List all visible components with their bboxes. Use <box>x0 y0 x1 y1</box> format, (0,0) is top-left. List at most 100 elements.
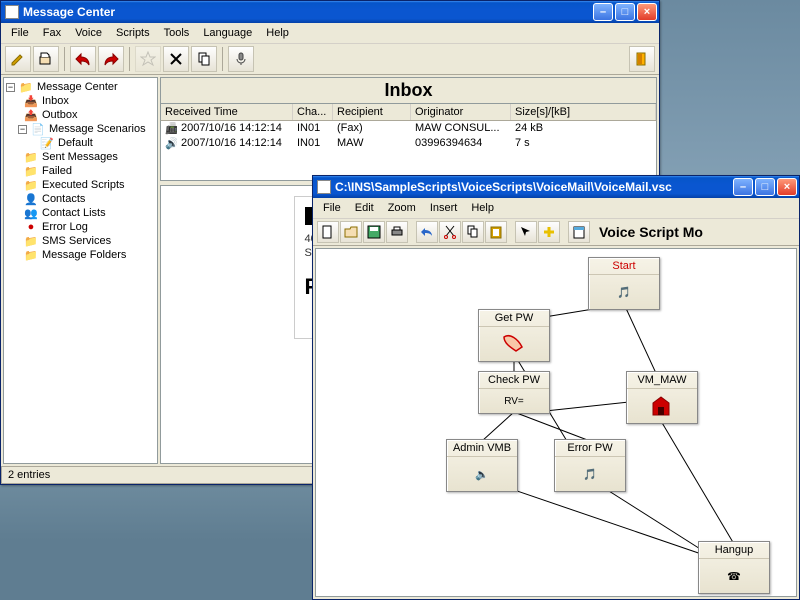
mc-titlebar[interactable]: Message Center – □ × <box>1 1 659 23</box>
tool-paste[interactable] <box>485 221 507 243</box>
tool-add-node[interactable] <box>538 221 560 243</box>
col-size[interactable]: Size[s]/[kB] <box>511 104 656 120</box>
node-get-pw[interactable]: Get PW <box>478 309 550 362</box>
collapse-icon[interactable]: − <box>18 125 27 134</box>
tree-error-log[interactable]: ●Error Log <box>6 220 155 234</box>
tool-copy[interactable] <box>462 221 484 243</box>
tool-reply[interactable] <box>70 46 96 72</box>
node-check-pw[interactable]: Check PW RV= <box>478 371 550 414</box>
maximize-button[interactable]: □ <box>615 3 635 21</box>
app-icon <box>5 5 19 19</box>
collapse-icon[interactable]: − <box>6 83 15 92</box>
list-header: Received Time Cha... Recipient Originato… <box>160 103 657 121</box>
close-button[interactable]: × <box>777 178 797 196</box>
menu-scripts[interactable]: Scripts <box>110 25 156 41</box>
pencil-icon <box>10 51 26 67</box>
fax-send-icon <box>38 51 54 67</box>
mc-title: Message Center <box>23 5 593 19</box>
tool-new-message[interactable] <box>5 46 31 72</box>
tool-open[interactable] <box>340 221 362 243</box>
tree-contact-lists[interactable]: 👥Contact Lists <box>6 206 155 220</box>
tool-cut[interactable] <box>439 221 461 243</box>
sms-icon: 📁 <box>24 235 38 247</box>
tree-root[interactable]: − 📁 Message Center <box>6 80 155 94</box>
tool-microphone[interactable] <box>228 46 254 72</box>
node-hangup[interactable]: Hangup ☎ <box>698 541 770 594</box>
tree-default[interactable]: 📝Default <box>6 136 155 150</box>
script-canvas[interactable]: Start 🎵 Get PW Check PW RV= Admin VMB 🔈 … <box>315 248 797 597</box>
tool-copy[interactable] <box>191 46 217 72</box>
menu-insert[interactable]: Insert <box>424 200 464 216</box>
menu-edit[interactable]: Edit <box>349 200 380 216</box>
tree-message-folders[interactable]: 📁Message Folders <box>6 248 155 262</box>
mic-icon <box>233 51 249 67</box>
col-originator[interactable]: Originator <box>411 104 511 120</box>
tree-inbox[interactable]: 📥Inbox <box>6 94 155 108</box>
node-error-pw[interactable]: Error PW 🎵 <box>554 439 626 492</box>
status-text: 2 entries <box>8 469 50 481</box>
menu-help[interactable]: Help <box>260 25 295 41</box>
tree-contacts[interactable]: 👤Contacts <box>6 192 155 206</box>
sent-icon: 📁 <box>24 151 38 163</box>
col-received[interactable]: Received Time <box>161 104 293 120</box>
menu-voice[interactable]: Voice <box>69 25 108 41</box>
menu-fax[interactable]: Fax <box>37 25 67 41</box>
failed-icon: 📁 <box>24 165 38 177</box>
tree-scenarios[interactable]: −📄Message Scenarios <box>6 122 155 136</box>
table-row[interactable]: 🔊 2007/10/16 14:12:14 IN01 MAW 039963946… <box>161 136 656 151</box>
paste-icon <box>489 225 503 239</box>
voice-row-icon: 🔊 <box>161 136 177 151</box>
menu-language[interactable]: Language <box>197 25 258 41</box>
mc-menubar: File Fax Voice Scripts Tools Language He… <box>1 23 659 44</box>
tool-save[interactable] <box>363 221 385 243</box>
node-start[interactable]: Start 🎵 <box>588 257 660 310</box>
tool-undo[interactable] <box>416 221 438 243</box>
tool-delete[interactable] <box>163 46 189 72</box>
tree-sent[interactable]: 📁Sent Messages <box>6 150 155 164</box>
tool-send-fax[interactable] <box>33 46 59 72</box>
menu-tools[interactable]: Tools <box>158 25 196 41</box>
tree-sms[interactable]: 📁SMS Services <box>6 234 155 248</box>
save-icon <box>367 225 381 239</box>
copy-icon <box>196 51 212 67</box>
table-row[interactable]: 📠 2007/10/16 14:12:14 IN01 (Fax) MAW CON… <box>161 121 656 136</box>
node-admin-vmb[interactable]: Admin VMB 🔈 <box>446 439 518 492</box>
delete-icon <box>168 51 184 67</box>
tool-forward[interactable] <box>98 46 124 72</box>
node-vm-maw[interactable]: VM_MAW <box>626 371 698 424</box>
print-icon <box>390 225 404 239</box>
inbox-heading: Inbox <box>160 77 657 103</box>
folder-icon: 📁 <box>19 81 33 93</box>
tool-star[interactable] <box>135 46 161 72</box>
folder-tree[interactable]: − 📁 Message Center 📥Inbox 📤Outbox −📄Mess… <box>3 77 158 464</box>
tree-outbox[interactable]: 📤Outbox <box>6 108 155 122</box>
message-list[interactable]: 📠 2007/10/16 14:12:14 IN01 (Fax) MAW CON… <box>160 121 657 181</box>
scenarios-icon: 📄 <box>31 123 45 135</box>
col-channel[interactable]: Cha... <box>293 104 333 120</box>
tree-failed[interactable]: 📁Failed <box>6 164 155 178</box>
close-button[interactable]: × <box>637 3 657 21</box>
menu-zoom[interactable]: Zoom <box>382 200 422 216</box>
tree-root-label: Message Center <box>37 81 118 93</box>
maximize-button[interactable]: □ <box>755 178 775 196</box>
mailbox-icon <box>627 389 697 423</box>
tool-exit[interactable] <box>629 46 655 72</box>
minimize-button[interactable]: – <box>733 178 753 196</box>
minimize-button[interactable]: – <box>593 3 613 21</box>
menu-help[interactable]: Help <box>465 200 500 216</box>
open-icon <box>344 225 358 239</box>
door-icon <box>634 51 650 67</box>
tool-arrow[interactable] <box>515 221 537 243</box>
se-titlebar[interactable]: C:\INS\SampleScripts\VoiceScripts\VoiceM… <box>313 176 799 198</box>
check-sub-label: RV= <box>479 389 549 413</box>
tool-notepad[interactable] <box>568 221 590 243</box>
music-icon: 🎵 <box>555 457 625 491</box>
menu-file[interactable]: File <box>5 25 35 41</box>
error-icon: ● <box>24 221 38 233</box>
col-recipient[interactable]: Recipient <box>333 104 411 120</box>
tool-new[interactable] <box>317 221 339 243</box>
tree-executed[interactable]: 📁Executed Scripts <box>6 178 155 192</box>
scenario-icon: 📝 <box>40 137 54 149</box>
menu-file[interactable]: File <box>317 200 347 216</box>
tool-print[interactable] <box>386 221 408 243</box>
